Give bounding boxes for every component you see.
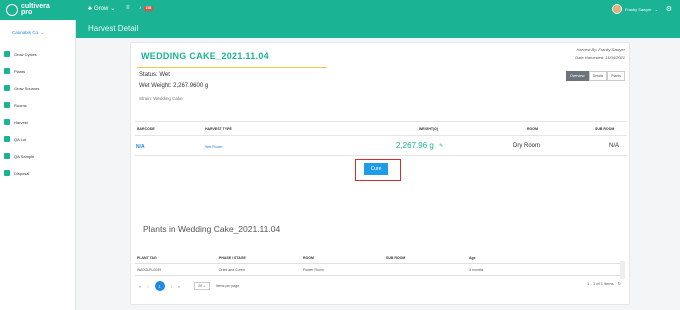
first-page-icon[interactable]: « bbox=[139, 284, 141, 289]
plants-icon bbox=[4, 68, 10, 74]
sidebar-item-label: Grow Cycles bbox=[14, 51, 37, 57]
page-range: 1 - 1 of 1 items ↻ bbox=[587, 281, 621, 286]
column-header-phase-stage: PHASE / STAGE bbox=[219, 256, 246, 260]
sidebar-item-qa-sample[interactable]: QA Sample bbox=[4, 151, 34, 161]
date-harvested: Date Harvested: 11/04/2021 bbox=[575, 55, 625, 60]
company-selector[interactable]: Cannabis Co. ⌄ bbox=[12, 30, 44, 36]
title-underline bbox=[137, 67, 327, 68]
column-header-room: ROOM bbox=[303, 256, 314, 260]
column-header-harvest-type: HARVEST TYPE bbox=[205, 127, 232, 131]
page-number-current[interactable]: 1 bbox=[154, 281, 165, 291]
grow-menu[interactable]: ♣ Grow ⌄ bbox=[88, 5, 116, 13]
sidebar-item-plants[interactable]: Plants bbox=[4, 66, 25, 76]
grow-cycles-icon bbox=[4, 51, 10, 57]
column-header-weight: WEIGHT(G) bbox=[419, 127, 439, 131]
harvest-status: Status: Wet bbox=[139, 72, 170, 78]
harvest-icon bbox=[4, 119, 10, 125]
brand-text: cultivera pro bbox=[21, 3, 50, 16]
bell-icon: ♪ bbox=[139, 5, 142, 11]
avatar bbox=[611, 4, 622, 14]
column-header-barcode: BARCODE bbox=[137, 127, 155, 131]
cell-room: Flower Room bbox=[303, 268, 324, 272]
strain-label: Strain: Wedding Cake bbox=[139, 96, 183, 101]
sidebar-item-label: Harvest bbox=[14, 119, 28, 125]
sidebar-item-disposal[interactable]: Disposal bbox=[4, 168, 29, 178]
sidebar-item-label: QA Lot bbox=[14, 136, 27, 142]
last-page-icon[interactable]: » bbox=[178, 284, 180, 289]
grow-sources-icon bbox=[4, 85, 10, 91]
harvested-by: Harvest By: Franky Sawyer bbox=[576, 47, 625, 52]
chevron-down-icon: ⌄ bbox=[654, 6, 658, 12]
chevron-down-icon: ⌄ bbox=[110, 6, 116, 12]
top-navbar: cultivera pro ♣ Grow ⌄ ≡ ♪ 158 Franky Sa… bbox=[0, 0, 680, 20]
brand-line-2: pro bbox=[21, 9, 33, 16]
page-range-text: 1 - 1 of 1 items bbox=[587, 281, 614, 286]
pencil-icon[interactable]: ✎ bbox=[439, 143, 443, 149]
tab-overview[interactable]: Overview bbox=[565, 71, 589, 81]
tab-plants[interactable]: Plants bbox=[607, 71, 625, 81]
page-size-select[interactable]: 20 ⌄ bbox=[194, 282, 210, 290]
notification-count-badge: 158 bbox=[143, 5, 154, 11]
next-page-icon[interactable]: › bbox=[171, 284, 172, 289]
divider bbox=[135, 121, 627, 122]
brand-logo[interactable]: cultivera pro bbox=[6, 2, 66, 18]
column-header-plant-tag: PLANT TAG bbox=[137, 256, 157, 260]
column-header-sub-room: SUB ROOM bbox=[595, 127, 615, 131]
sidebar-item-grow-cycles[interactable]: Grow Cycles bbox=[4, 49, 37, 59]
divider bbox=[135, 135, 627, 136]
sidebar-item-qa-lot[interactable]: QA Lot bbox=[4, 134, 26, 144]
plants-section-title: Plants in Wedding Cake_2021.11.04 bbox=[143, 224, 281, 234]
harvest-name: WEDDING CAKE_2021.11.04 bbox=[141, 51, 269, 61]
notifications-button[interactable]: ♪ 158 bbox=[139, 5, 154, 11]
column-header-sub-room: SUB ROOM bbox=[386, 256, 406, 260]
cell-room: Dry Room bbox=[513, 143, 541, 149]
cell-barcode[interactable]: N/A bbox=[136, 144, 145, 150]
cell-plant-tag[interactable]: WA0GLPL0049 bbox=[137, 268, 161, 272]
hamburger-icon[interactable]: ≡ bbox=[126, 5, 130, 11]
divider bbox=[135, 263, 620, 264]
rooms-icon bbox=[4, 102, 10, 108]
sidebar-item-rooms[interactable]: Rooms bbox=[4, 100, 27, 110]
sidebar-item-grow-sources[interactable]: Grow Sources bbox=[4, 83, 39, 93]
sidebar-item-label: Grow Sources bbox=[14, 85, 40, 91]
wet-weight: Wet Weight: 2,267.9600 g bbox=[139, 83, 209, 89]
cultivera-logo-icon bbox=[6, 4, 18, 16]
tab-details[interactable]: Details bbox=[588, 71, 608, 81]
divider bbox=[135, 155, 627, 156]
cell-weight: 2,267.96 g bbox=[396, 141, 434, 150]
cell-sub-room: N/A bbox=[609, 143, 620, 149]
sidebar-item-label: Rooms bbox=[14, 102, 27, 108]
chevron-down-icon: ⌄ bbox=[203, 284, 206, 288]
sidebar: Cannabis Co. ⌄ Grow Cycles Plants Grow S… bbox=[0, 20, 76, 310]
plant-icon: ♣ bbox=[88, 5, 92, 12]
qa-lot-icon bbox=[4, 136, 10, 142]
divider bbox=[135, 275, 620, 276]
sidebar-item-harvest[interactable]: Harvest bbox=[4, 117, 28, 127]
refresh-icon[interactable]: ↻ bbox=[618, 281, 621, 286]
view-tabs: Overview Details Plants bbox=[565, 71, 625, 81]
sidebar-item-label: QA Sample bbox=[14, 153, 35, 159]
cell-age: 3 months bbox=[469, 268, 484, 272]
cure-button[interactable]: Cure bbox=[364, 163, 388, 175]
page-header: Harvest Detail bbox=[76, 20, 680, 38]
page-title: Harvest Detail bbox=[88, 24, 139, 33]
column-header-room: ROOM bbox=[527, 127, 538, 131]
prev-page-icon[interactable]: ‹ bbox=[147, 284, 148, 289]
pagination: « ‹ 1 › » 20 ⌄ items per page bbox=[139, 281, 239, 291]
cell-phase-stage: Dried and Cured bbox=[219, 268, 245, 272]
table-scrollbar[interactable] bbox=[620, 261, 625, 279]
page-size-value: 20 bbox=[198, 284, 203, 288]
gear-icon[interactable]: ⚙ bbox=[666, 5, 672, 13]
cell-harvest-type[interactable]: Wet Flower bbox=[205, 145, 223, 149]
sidebar-item-label: Disposal bbox=[14, 170, 30, 176]
qa-sample-icon bbox=[4, 153, 10, 159]
user-menu[interactable]: Franky Sawyer ⌄ bbox=[611, 4, 658, 14]
grow-label: Grow bbox=[93, 5, 109, 12]
user-name: Franky Sawyer bbox=[624, 6, 652, 12]
sidebar-item-label: Plants bbox=[14, 68, 26, 74]
items-per-page-label: items per page bbox=[215, 284, 240, 288]
harvest-detail-card: WEDDING CAKE_2021.11.04 Status: Wet Wet … bbox=[130, 42, 630, 305]
disposal-icon bbox=[4, 170, 10, 176]
column-header-age: Age bbox=[469, 256, 476, 260]
